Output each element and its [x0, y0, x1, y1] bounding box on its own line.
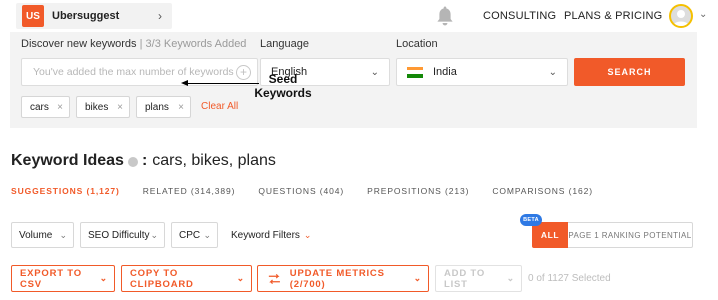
chevron-right-icon: › [158, 9, 162, 23]
location-label: Location [396, 38, 438, 50]
chevron-down-icon: ⌄ [203, 229, 211, 240]
ranking-toggle: ALL PAGE 1 RANKING POTENTIAL [532, 222, 693, 248]
info-icon[interactable] [127, 157, 138, 167]
tab-comparisons[interactable]: COMPARISONS (162) [492, 186, 593, 196]
page1-ranking-potential-button[interactable]: PAGE 1 RANKING POTENTIAL [568, 222, 693, 248]
title-colon: : [141, 152, 148, 169]
copy-clipboard-label: COPY TO CLIPBOARD [130, 267, 194, 290]
chevron-down-icon: ⌄ [99, 273, 108, 283]
chevron-down-icon: ⌄ [150, 229, 158, 240]
selected-count: 0 of 1127 Selected [528, 273, 611, 284]
project-badge: US [22, 5, 44, 27]
language-label: Language [260, 38, 309, 50]
add-to-list-label: ADD TO LIST [444, 267, 486, 290]
seo-difficulty-filter[interactable]: SEO Difficulty ⌄ [80, 222, 165, 248]
annotation-line [184, 83, 259, 84]
seed-keyword-chip: cars × [21, 96, 70, 118]
keywords-added-count: | 3/3 Keywords Added [139, 38, 247, 50]
user-icon [673, 10, 689, 26]
project-selector[interactable]: US Ubersuggest › [16, 3, 172, 29]
location-select[interactable]: India ⌄ [396, 58, 568, 86]
bell-icon[interactable] [436, 5, 454, 27]
chevron-down-icon: ⌄ [59, 229, 67, 240]
discover-keywords-label: Discover new keywords | 3/3 Keywords Add… [21, 38, 246, 50]
remove-keyword-icon[interactable]: × [117, 102, 123, 113]
update-metrics-button[interactable]: UPDATE METRICS (2/700) ⌄ [257, 265, 429, 292]
keyword-input[interactable]: You've added the max number of keywords … [21, 58, 258, 86]
project-name: Ubersuggest [52, 10, 120, 22]
keyword-tabs: SUGGESTIONS (1,127) RELATED (314,389) QU… [11, 186, 616, 196]
seed-keyword-text: bikes [85, 101, 109, 113]
tab-prepositions[interactable]: PREPOSITIONS (213) [367, 186, 469, 196]
chevron-down-icon: ⌄ [413, 273, 422, 283]
tab-suggestions[interactable]: SUGGESTIONS (1,127) [11, 186, 120, 196]
refresh-icon [268, 273, 280, 284]
nav-consulting[interactable]: CONSULTING [483, 10, 556, 22]
tab-related[interactable]: RELATED (314,389) [143, 186, 236, 196]
cpc-filter-label: CPC [179, 229, 201, 241]
export-csv-button[interactable]: EXPORT TO CSV ⌄ [11, 265, 115, 292]
seed-keyword-chip: bikes × [76, 96, 130, 118]
discover-label-text: Discover new keywords [21, 38, 137, 50]
cpc-filter[interactable]: CPC ⌄ [171, 222, 218, 248]
remove-keyword-icon[interactable]: × [57, 102, 63, 113]
volume-filter[interactable]: Volume ⌄ [11, 222, 74, 248]
seo-difficulty-label: SEO Difficulty [88, 229, 150, 241]
all-toggle-button[interactable]: ALL [532, 222, 568, 248]
seed-keyword-text: plans [145, 101, 169, 113]
clear-all-link[interactable]: Clear All [201, 101, 238, 112]
india-flag-icon [407, 66, 423, 78]
keyword-input-placeholder: You've added the max number of keywords [33, 66, 234, 78]
search-button[interactable]: SEARCH [574, 58, 685, 86]
chevron-down-icon: ⌄ [506, 273, 515, 283]
page-title: Keyword Ideas : cars, bikes, plans [11, 152, 276, 170]
remove-keyword-icon[interactable]: × [178, 102, 184, 113]
seed-keyword-text: cars [30, 101, 49, 113]
tab-questions[interactable]: QUESTIONS (404) [258, 186, 344, 196]
export-csv-label: EXPORT TO CSV [20, 267, 82, 290]
chevron-down-icon: ⌄ [236, 273, 245, 283]
title-keywords: cars, bikes, plans [152, 152, 276, 169]
chevron-down-icon[interactable]: ⌄ [699, 9, 707, 20]
nav-plans-pricing[interactable]: PLANS & PRICING [564, 10, 662, 22]
seed-keyword-chip: plans × [136, 96, 191, 118]
keyword-filters-label: Keyword Filters [231, 230, 300, 241]
keyword-filters-toggle[interactable]: Keyword Filters ⌄ [231, 230, 311, 241]
volume-filter-label: Volume [19, 229, 53, 241]
add-to-list-button[interactable]: ADD TO LIST ⌄ [435, 265, 522, 292]
search-panel: Discover new keywords | 3/3 Keywords Add… [10, 32, 697, 128]
annotation-seed-keywords: Seed Keywords [254, 72, 312, 100]
chevron-down-icon: ⌄ [370, 66, 379, 78]
avatar[interactable] [669, 4, 693, 28]
keyword-ideas-heading: Keyword Ideas [11, 152, 124, 169]
chevron-down-icon: ⌄ [303, 230, 312, 240]
top-bar: US Ubersuggest › CONSULTING PLANS & PRIC… [0, 0, 718, 32]
add-keyword-icon[interactable]: + [236, 64, 251, 80]
location-value: India [433, 66, 457, 78]
update-metrics-label: UPDATE METRICS (2/700) [289, 267, 385, 290]
chevron-down-icon: ⌄ [548, 66, 557, 78]
beta-badge: BETA [520, 214, 542, 226]
copy-clipboard-button[interactable]: COPY TO CLIPBOARD ⌄ [121, 265, 252, 292]
